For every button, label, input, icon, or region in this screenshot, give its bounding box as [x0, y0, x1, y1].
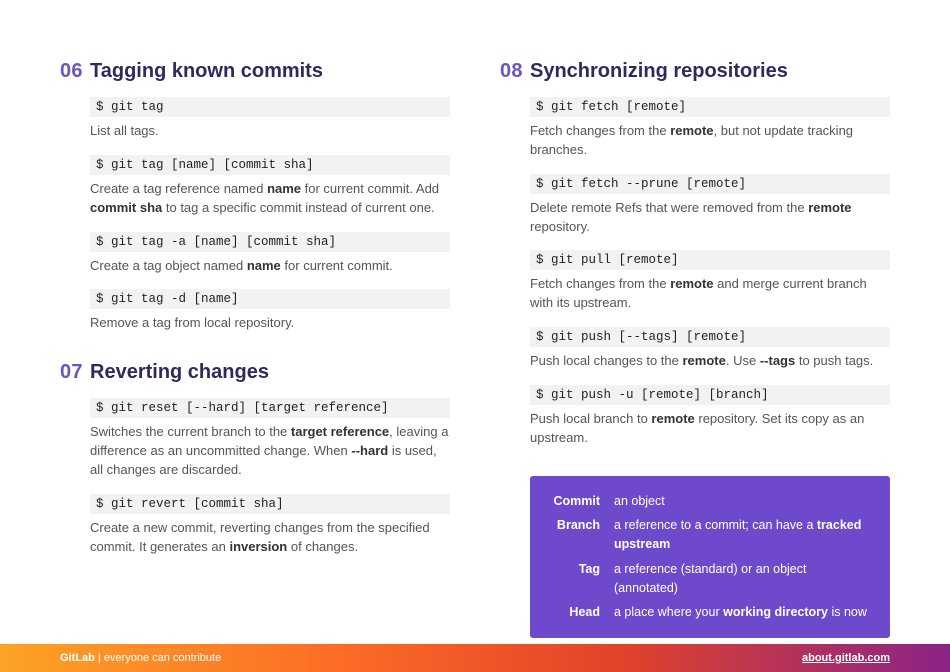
- command: $ git tag [name] [commit sha]: [90, 155, 450, 175]
- entries: $ git fetch [remote] Fetch changes from …: [530, 97, 890, 448]
- glossary-definition: a reference to a commit; can have a trac…: [614, 516, 870, 554]
- section-heading: 07 Reverting changes: [60, 361, 450, 384]
- command: $ git tag: [90, 97, 450, 117]
- entry: $ git fetch --prune [remote] Delete remo…: [530, 174, 890, 237]
- command: $ git fetch --prune [remote]: [530, 174, 890, 194]
- left-column: 06 Tagging known commits $ git tag List …: [60, 60, 450, 638]
- section-heading: 06 Tagging known commits: [60, 60, 450, 83]
- glossary-term: Commit: [550, 492, 614, 511]
- glossary-row: Commit an object: [550, 492, 870, 511]
- footer-tagline: | everyone can contribute: [95, 652, 221, 664]
- command: $ git pull [remote]: [530, 250, 890, 270]
- command: $ git tag -a [name] [commit sha]: [90, 232, 450, 252]
- entries: $ git tag List all tags. $ git tag [name…: [90, 97, 450, 333]
- description: Create a tag object named name for curre…: [90, 257, 450, 276]
- page-content: 06 Tagging known commits $ git tag List …: [0, 0, 950, 638]
- description: Switches the current branch to the targe…: [90, 423, 450, 480]
- section-08: 08 Synchronizing repositories $ git fetc…: [500, 60, 890, 448]
- command: $ git push -u [remote] [branch]: [530, 385, 890, 405]
- glossary-term: Tag: [550, 560, 614, 598]
- entry: $ git push -u [remote] [branch] Push loc…: [530, 385, 890, 448]
- section-07: 07 Reverting changes $ git reset [--hard…: [60, 361, 450, 556]
- description: Fetch changes from the remote, but not u…: [530, 122, 890, 160]
- description: Push local changes to the remote. Use --…: [530, 352, 890, 371]
- entry: $ git pull [remote] Fetch changes from t…: [530, 250, 890, 313]
- glossary-definition: an object: [614, 492, 870, 511]
- entry: $ git tag List all tags.: [90, 97, 450, 141]
- right-column: 08 Synchronizing repositories $ git fetc…: [500, 60, 890, 638]
- entry: $ git tag -a [name] [commit sha] Create …: [90, 232, 450, 276]
- footer-bar: GitLab | everyone can contribute about.g…: [0, 644, 950, 672]
- entry: $ git tag -d [name] Remove a tag from lo…: [90, 289, 450, 333]
- section-title: Synchronizing repositories: [530, 60, 788, 83]
- section-heading: 08 Synchronizing repositories: [500, 60, 890, 83]
- entry: $ git push [--tags] [remote] Push local …: [530, 327, 890, 371]
- footer-brand: GitLab: [60, 652, 95, 664]
- command: $ git tag -d [name]: [90, 289, 450, 309]
- section-title: Tagging known commits: [90, 60, 323, 83]
- entry: $ git tag [name] [commit sha] Create a t…: [90, 155, 450, 218]
- entries: $ git reset [--hard] [target reference] …: [90, 398, 450, 556]
- entry: $ git reset [--hard] [target reference] …: [90, 398, 450, 480]
- description: Fetch changes from the remote and merge …: [530, 275, 890, 313]
- glossary-row: Branch a reference to a commit; can have…: [550, 516, 870, 554]
- section-number: 08: [500, 60, 530, 83]
- footer-link[interactable]: about.gitlab.com: [802, 652, 890, 664]
- glossary-box: Commit an object Branch a reference to a…: [530, 476, 890, 639]
- glossary-term: Branch: [550, 516, 614, 554]
- description: Delete remote Refs that were removed fro…: [530, 199, 890, 237]
- command: $ git push [--tags] [remote]: [530, 327, 890, 347]
- glossary-definition: a place where your working directory is …: [614, 603, 870, 622]
- description: Create a new commit, reverting changes f…: [90, 519, 450, 557]
- command: $ git reset [--hard] [target reference]: [90, 398, 450, 418]
- glossary-row: Head a place where your working director…: [550, 603, 870, 622]
- glossary-definition: a reference (standard) or an object (ann…: [614, 560, 870, 598]
- description: List all tags.: [90, 122, 450, 141]
- entry: $ git revert [commit sha] Create a new c…: [90, 494, 450, 557]
- footer-left: GitLab | everyone can contribute: [60, 652, 221, 664]
- glossary-term: Head: [550, 603, 614, 622]
- description: Push local branch to remote repository. …: [530, 410, 890, 448]
- command: $ git fetch [remote]: [530, 97, 890, 117]
- glossary-row: Tag a reference (standard) or an object …: [550, 560, 870, 598]
- section-number: 06: [60, 60, 90, 83]
- entry: $ git fetch [remote] Fetch changes from …: [530, 97, 890, 160]
- section-title: Reverting changes: [90, 361, 269, 384]
- description: Remove a tag from local repository.: [90, 314, 450, 333]
- section-number: 07: [60, 361, 90, 384]
- description: Create a tag reference named name for cu…: [90, 180, 450, 218]
- command: $ git revert [commit sha]: [90, 494, 450, 514]
- section-06: 06 Tagging known commits $ git tag List …: [60, 60, 450, 333]
